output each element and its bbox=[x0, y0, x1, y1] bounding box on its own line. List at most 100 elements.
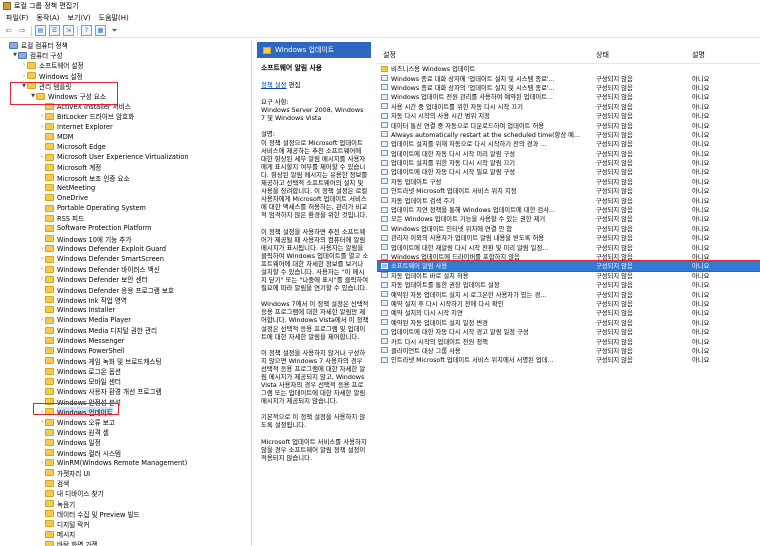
tree-node[interactable]: Windows Media 디지털 권한 관리 bbox=[0, 325, 251, 335]
table-row[interactable]: 업데이트에 대한 자동 다시 시작 미리 알림 구성 구성되지 않음 아니요 bbox=[377, 149, 760, 158]
menu-action[interactable]: 동작(A) bbox=[32, 13, 63, 23]
menu-view[interactable]: 보기(V) bbox=[64, 13, 95, 23]
tree-node[interactable]: MDM bbox=[0, 132, 251, 142]
table-row[interactable]: 데이터 통신 연결 중 자동으로 다운로드하여 업데이트 허용 구성되지 않음 아니… bbox=[377, 120, 760, 130]
table-row[interactable]: 업데이트 설치를 위한 자동 다시 시작 알림 끄기 구성되지 않음 아니요 bbox=[377, 158, 760, 167]
back-arrow-icon[interactable]: ⇦ bbox=[3, 25, 14, 36]
table-row[interactable]: Windows 종료 대화 상자의 '업데이트 설치 및 시스템 종료'... 구… bbox=[377, 83, 760, 92]
tree-node[interactable]: › WinRM(Windows Remote Management) bbox=[0, 458, 251, 468]
table-row[interactable]: 비즈니스용 Windows 업데이트 bbox=[377, 64, 760, 73]
table-row[interactable]: 업데이트에 대한 자동 다시 시작 경고 알림 일정 구성 구성되지 않음 아니요 bbox=[377, 327, 760, 336]
tree-node[interactable]: Windows 모바일 센터 bbox=[0, 376, 251, 386]
tree-node[interactable]: Windows Ink 작업 영역 bbox=[0, 295, 251, 305]
tree-node[interactable]: › 소프트웨어 설정 bbox=[0, 60, 251, 70]
table-row[interactable]: Windows 업데이트 전원 관리를 사용하여 예약된 업데이트... 구성되지… bbox=[377, 92, 760, 101]
tree-node[interactable]: Microsoft Edge bbox=[0, 142, 251, 152]
help-icon[interactable]: ? bbox=[81, 25, 92, 36]
table-row[interactable]: 소프트웨어 알림 사용 구성되지 않음 아니요 bbox=[377, 260, 760, 272]
tree-node[interactable]: Microsoft 계정 bbox=[0, 162, 251, 172]
tree-node[interactable]: ▼ 관리 템플릿 bbox=[0, 81, 251, 91]
tree-node[interactable]: Microsoft 보조 인증 요소 bbox=[0, 172, 251, 183]
table-row[interactable]: Windows 업데이트에 드라이버를 포함하지 않음 구성되지 않음 아니요 bbox=[377, 252, 760, 261]
tree-node[interactable]: 바탕 화면 가젯 bbox=[0, 539, 251, 546]
tree-node[interactable]: Windows 원격 셸 bbox=[0, 427, 251, 437]
table-row[interactable]: Windows 업데이트 인터넷 위치에 연결 안 함 구성되지 않음 아니요 bbox=[377, 224, 760, 233]
column-header-state[interactable]: 상태 bbox=[580, 50, 668, 60]
tree-node[interactable]: Windows Defender 응용 프로그램 보호 bbox=[0, 285, 251, 295]
table-row[interactable]: 예약 설치 후 다시 시작하기 전에 다시 확인 구성되지 않음 아니요 bbox=[377, 299, 760, 308]
filter-icon[interactable]: ⏷ bbox=[109, 25, 120, 36]
policy-tree[interactable]: 로컬 컴퓨터 정책 ▼ 컴퓨터 구성 › 소프트웨어 설정 › Windows 설정 ▼ 관리 … bbox=[0, 40, 252, 546]
tree-node[interactable]: › Windows Defender 바이러스 백신 bbox=[0, 264, 251, 274]
tree-node[interactable]: ▼ Windows 구성 요소 bbox=[0, 91, 251, 101]
tree-node[interactable]: Windows PowerShell bbox=[0, 346, 251, 356]
tree-node[interactable]: 메시지 bbox=[0, 529, 251, 539]
table-row[interactable]: 자동 업데이트 검색 주기 구성되지 않음 아니요 bbox=[377, 195, 760, 205]
tree-node[interactable]: Windows 컬러 시스템 bbox=[0, 448, 251, 458]
table-row[interactable]: Always automatically restart at the sche… bbox=[377, 130, 760, 139]
column-header-comment[interactable]: 설명 bbox=[668, 50, 748, 60]
list-view-icon[interactable]: ☰ bbox=[49, 25, 60, 36]
tree-node[interactable]: 데이터 수집 및 Preview 빌드 bbox=[0, 509, 251, 519]
tree-node[interactable]: 검색 bbox=[0, 478, 251, 488]
table-row[interactable]: 예약된 자동 업데이트 설치 시 로그온한 사용자가 있는 경... 구성되지 않… bbox=[377, 289, 760, 299]
tree-node[interactable]: Windows 사용자 환경 개선 프로그램 bbox=[0, 386, 251, 396]
tree-node[interactable]: ActiveX Installer 서비스 bbox=[0, 101, 251, 111]
tree-node[interactable]: › Windows 오류 보고 bbox=[0, 417, 251, 427]
menu-file[interactable]: 파일(F) bbox=[2, 13, 32, 23]
tree-node[interactable]: OneDrive bbox=[0, 193, 251, 203]
export-list-icon[interactable]: ⇲ bbox=[63, 25, 74, 36]
table-row[interactable]: 사용 시간 중 업데이트를 위한 자동 다시 시작 끄기 구성되지 않음 아니요 bbox=[377, 102, 760, 111]
table-row[interactable]: 업데이트 설치를 위해 자동으로 다시 시작하기 전의 경과 ... 구성되지 않… bbox=[377, 139, 760, 148]
table-row[interactable]: 카트 다시 시작의 업데이트 전원 정책 구성되지 않음 아니요 bbox=[377, 336, 760, 346]
table-row[interactable]: 자동 업데이트 구성 구성되지 않음 아니요 bbox=[377, 177, 760, 186]
edit-policy-link[interactable]: 정책 설정 bbox=[261, 81, 287, 89]
tree-node[interactable]: 내 디바이스 찾기 bbox=[0, 488, 251, 498]
tree-node[interactable]: NetMeeting bbox=[0, 183, 251, 193]
tree-node[interactable]: Windows 안정성 분석 bbox=[0, 397, 251, 407]
tree-node[interactable]: Software Protection Platform bbox=[0, 223, 251, 233]
properties-icon[interactable]: ▦ bbox=[95, 25, 106, 36]
tree-node[interactable]: Windows 일정 bbox=[0, 437, 251, 447]
tree-node[interactable]: Windows 게임 녹화 및 브로드캐스팅 bbox=[0, 356, 251, 366]
folder-icon bbox=[45, 245, 54, 253]
forward-arrow-icon[interactable]: ⇨ bbox=[17, 25, 28, 36]
table-row[interactable]: 모든 Windows 업데이트 기능을 사용할 수 있는 권한 제거 구성되지 않… bbox=[377, 214, 760, 223]
tree-node[interactable]: Portable Operating System bbox=[0, 203, 251, 213]
show-hide-tree-icon[interactable]: ▤ bbox=[35, 25, 46, 36]
tree-node[interactable]: 디지털 락커 bbox=[0, 519, 251, 529]
menu-help[interactable]: 도움말(H) bbox=[95, 13, 133, 23]
column-header-setting[interactable]: 설정 bbox=[377, 50, 580, 60]
table-row[interactable]: 자동 업데이트 바로 설치 허용 구성되지 않음 아니요 bbox=[377, 271, 760, 280]
tree-node[interactable]: Windows Messenger bbox=[0, 335, 251, 345]
table-row[interactable]: Windows 종료 대화 상자에 '업데이트 설치 및 시스템 종료'... 구… bbox=[377, 73, 760, 83]
table-row[interactable]: 업데이트에 대한 재알림 다시 시작 전환 및 미리 알림 일정... 구성되지 … bbox=[377, 242, 760, 252]
tree-node[interactable]: 가젯자리 UI bbox=[0, 468, 251, 478]
tree-node[interactable]: › Windows Defender Exploit Guard bbox=[0, 244, 251, 254]
tree-node[interactable]: › Windows Defender SmartScreen bbox=[0, 254, 251, 264]
table-row[interactable]: 예약된 자동 업데이트 설치 일정 변경 구성되지 않음 아니요 bbox=[377, 318, 760, 327]
tree-node[interactable]: RSS 피드 bbox=[0, 213, 251, 223]
table-row[interactable]: 예약 설치의 다시 시작 지연 구성되지 않음 아니요 bbox=[377, 308, 760, 317]
tree-node[interactable]: › BitLocker 드라이브 암호화 bbox=[0, 111, 251, 121]
tree-node[interactable]: Windows 로그온 옵션 bbox=[0, 366, 251, 376]
table-row[interactable]: 자동 다시 시작의 사용 시간 범위 지정 구성되지 않음 아니요 bbox=[377, 111, 760, 120]
tree-node[interactable]: › Internet Explorer bbox=[0, 122, 251, 132]
table-row[interactable]: 인트라넷 Microsoft 업데이트 서비스 위치에서 서명된 업데... 구성… bbox=[377, 355, 760, 364]
table-row[interactable]: 관리자 이외의 사용자가 업데이트 알림 내용을 받도록 허용 구성되지 않음 아니… bbox=[377, 233, 760, 242]
table-row[interactable]: 자동 업데이트를 통한 권장 업데이트 설정 구성되지 않음 아니요 bbox=[377, 280, 760, 289]
tree-node[interactable]: ▼ 컴퓨터 구성 bbox=[0, 50, 251, 60]
table-row[interactable]: 클라이언트 대상 그룹 사용 구성되지 않음 아니요 bbox=[377, 346, 760, 355]
tree-node[interactable]: 로컬 컴퓨터 정책 bbox=[0, 40, 251, 50]
tree-node[interactable]: › Microsoft User Experience Virtualizatio… bbox=[0, 152, 251, 162]
tree-node[interactable]: › Windows 설정 bbox=[0, 71, 251, 81]
tree-node[interactable]: Windows Installer bbox=[0, 305, 251, 315]
tree-node[interactable]: Windows 10에 기능 추가 bbox=[0, 234, 251, 244]
tree-node[interactable]: › Windows Media Player bbox=[0, 315, 251, 325]
tree-node[interactable]: 녹음기 bbox=[0, 498, 251, 509]
table-row[interactable]: 업데이트에 대한 자동 다시 시작 필요 알림 구성 구성되지 않음 아니요 bbox=[377, 167, 760, 176]
table-row[interactable]: 업데이트 지연 정책을 통해 Windows 업데이트에 대한 검사... 구성되… bbox=[377, 205, 760, 214]
tree-node[interactable]: › Windows Defender 보안 센터 bbox=[0, 274, 251, 284]
table-row[interactable]: 인트라넷 Microsoft 업데이트 서비스 위치 지정 구성되지 않음 아니요 bbox=[377, 186, 760, 195]
tree-node[interactable]: › Windows 업데이트 bbox=[0, 406, 251, 417]
